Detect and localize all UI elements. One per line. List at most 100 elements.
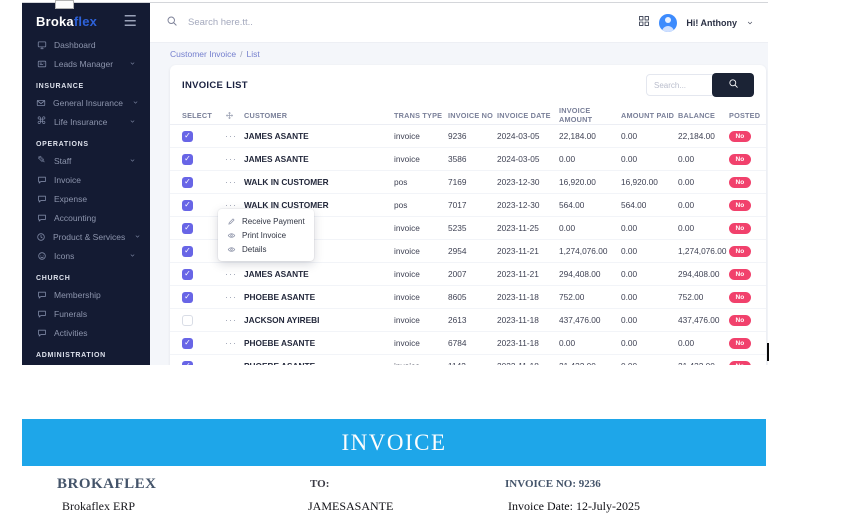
page: Brokaflex ☰ DashboardLeads ManagerINSURA… — [0, 0, 847, 518]
row-checkbox[interactable]: ✓ — [182, 361, 193, 366]
row-checkbox[interactable]: ✓ — [182, 246, 193, 257]
invoice-banner: INVOICE — [22, 419, 766, 466]
breadcrumb-link[interactable]: Customer Invoice — [170, 49, 236, 59]
content-area: Customer Invoice/List INVOICE LIST SELEC… — [150, 43, 768, 365]
sidebar-item-staff[interactable]: ✎Staff — [22, 151, 150, 170]
column-header-invoice-date[interactable]: INVOICE DATE — [497, 111, 559, 120]
sidebar-item-label: Life Insurance — [54, 117, 107, 127]
row-checkbox[interactable]: ✓ — [182, 292, 193, 303]
sidebar-item-accounting[interactable]: Accounting — [22, 208, 150, 227]
sidebar-item-general-insurance[interactable]: General Insurance — [22, 93, 150, 112]
table-search-input[interactable] — [646, 74, 714, 96]
posted-badge: No — [729, 223, 751, 234]
chevron-down-icon — [130, 99, 141, 106]
column-header-invoice-no[interactable]: INVOICE NO — [448, 111, 497, 120]
row-checkbox[interactable]: ✓ — [182, 177, 193, 188]
sidebar-item-leads-manager[interactable]: Leads Manager — [22, 54, 150, 73]
sidebar-item-product-services[interactable]: Product & Services — [22, 227, 150, 246]
row-actions-button[interactable]: ··· — [225, 292, 237, 302]
cell-invoice-no: 8605 — [448, 292, 497, 302]
column-header-balance[interactable]: BALANCE — [678, 111, 729, 120]
cell-invoice-amount: 752.00 — [559, 292, 621, 302]
cell-trans-type: invoice — [394, 269, 448, 279]
idcard-icon — [36, 59, 47, 69]
cell-invoice-date: 2024-03-05 — [497, 154, 559, 164]
cell-amount-paid: 0.00 — [621, 292, 678, 302]
sidebar-section-header: INSURANCE — [22, 73, 150, 93]
sidebar-item-membership[interactable]: Membership — [22, 285, 150, 304]
column-header-select[interactable]: SELECT — [182, 111, 225, 120]
cell-trans-type: pos — [394, 177, 448, 187]
chevron-down-icon — [130, 99, 141, 106]
cell-customer: JACKSON AYIREBI — [244, 315, 394, 325]
sidebar-item-expense[interactable]: Expense — [22, 189, 150, 208]
row-actions-button[interactable]: ··· — [225, 154, 237, 164]
search-icon — [166, 14, 178, 32]
chevron-down-icon — [127, 157, 138, 164]
cell-trans-type: pos — [394, 200, 448, 210]
sidebar-item-life-insurance[interactable]: ⌘Life Insurance — [22, 112, 150, 131]
row-checkbox[interactable]: ✓ — [182, 154, 193, 165]
row-checkbox[interactable] — [182, 315, 193, 326]
menu-item-details[interactable]: Details — [218, 242, 314, 256]
sidebar: Brokaflex ☰ DashboardLeads ManagerINSURA… — [22, 3, 150, 365]
sidebar-item-dashboard[interactable]: Dashboard — [22, 35, 150, 54]
row-actions-button[interactable]: ··· — [225, 338, 237, 348]
row-checkbox[interactable]: ✓ — [182, 131, 193, 142]
posted-badge: No — [729, 200, 751, 211]
cell-invoice-amount: 21,432.00 — [559, 361, 621, 365]
column-header-posted[interactable]: POSTED — [729, 111, 765, 120]
cell-trans-type: invoice — [394, 361, 448, 365]
avatar[interactable] — [659, 14, 677, 32]
row-actions-button[interactable]: ··· — [225, 131, 237, 141]
invoice-banner-title: INVOICE — [341, 430, 446, 456]
chat-icon — [36, 175, 47, 185]
sidebar-item-label: Expense — [54, 194, 87, 204]
sidebar-item-icons[interactable]: Icons — [22, 246, 150, 265]
column-header-invoice-amount[interactable]: INVOICE AMOUNT — [559, 106, 621, 124]
sidebar-item-invoice[interactable]: Invoice — [22, 170, 150, 189]
cell-amount-paid: 564.00 — [621, 200, 678, 210]
menu-item-receive-payment[interactable]: Receive Payment — [218, 214, 314, 228]
chevron-down-icon[interactable] — [746, 14, 754, 32]
topbar-search-input[interactable] — [186, 16, 330, 29]
sidebar-item-funerals[interactable]: Funerals — [22, 304, 150, 323]
hamburger-icon[interactable]: ☰ — [124, 17, 137, 27]
cell-invoice-date: 2023-11-18 — [497, 361, 559, 365]
user-name[interactable]: Hi! Anthony — [686, 18, 737, 28]
cell-customer: PHOEBE ASANTE — [244, 338, 394, 348]
row-actions-button[interactable]: ··· — [225, 177, 237, 187]
cell-trans-type: invoice — [394, 223, 448, 233]
grid-icon[interactable] — [638, 14, 650, 32]
sidebar-brand-row: Brokaflex ☰ — [22, 3, 150, 35]
column-header-amount-paid[interactable]: AMOUNT PAID — [621, 111, 678, 120]
row-actions-button[interactable]: ··· — [225, 269, 237, 279]
sidebar-item-label: Membership — [54, 290, 101, 300]
table-search-button[interactable] — [712, 73, 754, 97]
menu-item-print-invoice[interactable]: Print Invoice — [218, 228, 314, 242]
cell-invoice-amount: 0.00 — [559, 338, 621, 348]
sidebar-item-activities[interactable]: Activities — [22, 323, 150, 342]
topbar: Hi! Anthony — [150, 3, 768, 43]
cell-customer: JAMES ASANTE — [244, 131, 394, 141]
row-checkbox[interactable]: ✓ — [182, 200, 193, 211]
cell-balance: 0.00 — [678, 338, 729, 348]
cell-trans-type: invoice — [394, 131, 448, 141]
cell-trans-type: invoice — [394, 315, 448, 325]
column-header-customer[interactable]: CUSTOMER — [244, 111, 394, 120]
row-actions-button[interactable]: ··· — [225, 315, 237, 325]
row-checkbox[interactable]: ✓ — [182, 269, 193, 280]
row-checkbox[interactable]: ✓ — [182, 223, 193, 234]
row-actions-button[interactable]: ··· — [225, 361, 237, 365]
column-header-reorder[interactable] — [225, 111, 244, 120]
sidebar-item-system-setup[interactable]: ⚙System Setup — [22, 362, 150, 365]
row-checkbox[interactable]: ✓ — [182, 338, 193, 349]
chevron-down-icon — [132, 233, 143, 240]
cell-invoice-no: 7017 — [448, 200, 497, 210]
posted-badge: No — [729, 131, 751, 142]
cell-amount-paid: 16,920.00 — [621, 177, 678, 187]
column-header-trans-type[interactable]: TRANS TYPE — [394, 111, 448, 120]
brand-logo[interactable]: Brokaflex — [36, 14, 97, 29]
cell-balance: 294,408.00 — [678, 269, 729, 279]
to-name: JAMESASANTE — [308, 499, 393, 514]
